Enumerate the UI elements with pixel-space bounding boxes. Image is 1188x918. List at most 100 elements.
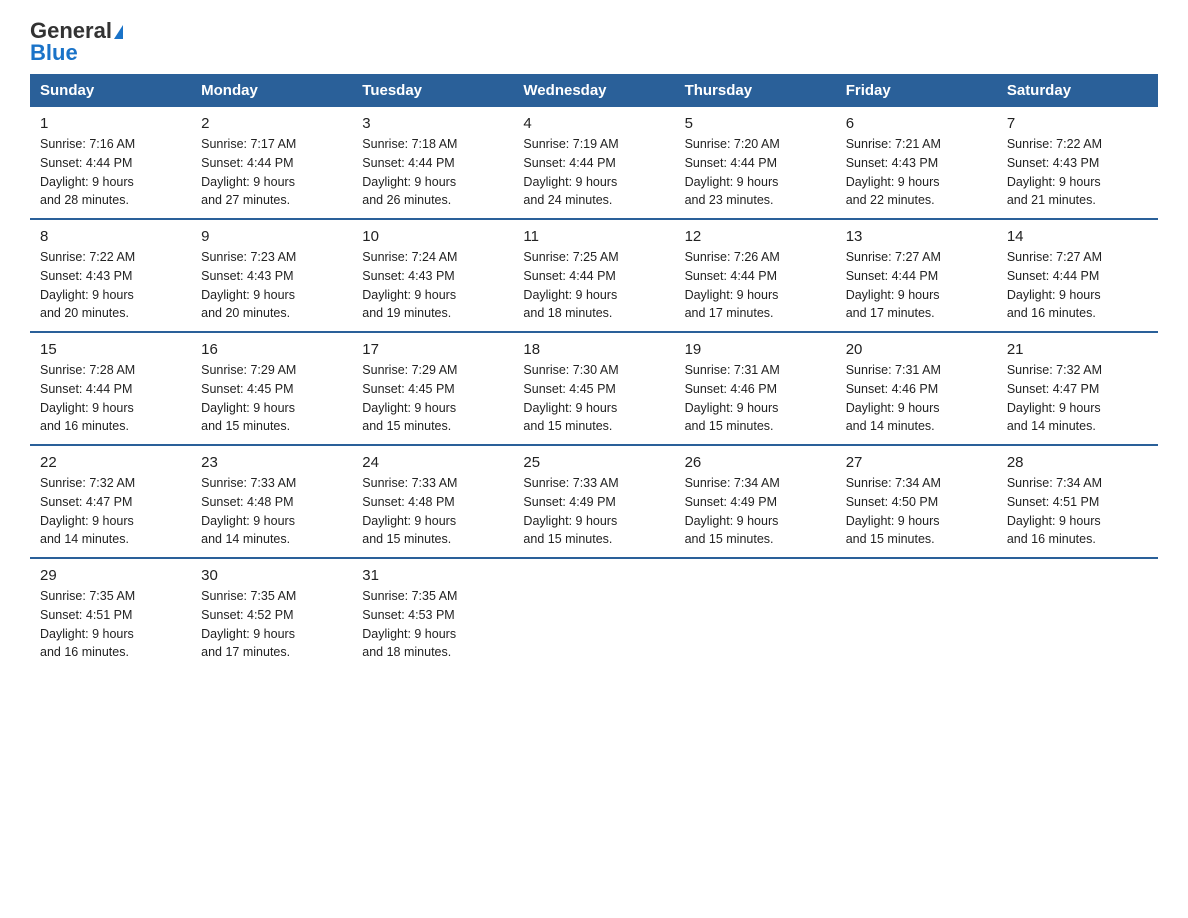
- day-number: 23: [201, 454, 342, 471]
- day-cell: 31 Sunrise: 7:35 AMSunset: 4:53 PMDaylig…: [352, 558, 513, 670]
- day-cell: 3 Sunrise: 7:18 AMSunset: 4:44 PMDayligh…: [352, 107, 513, 219]
- day-info: Sunrise: 7:24 AMSunset: 4:43 PMDaylight:…: [362, 250, 457, 320]
- day-cell: 1 Sunrise: 7:16 AMSunset: 4:44 PMDayligh…: [30, 107, 191, 219]
- day-cell: 11 Sunrise: 7:25 AMSunset: 4:44 PMDaylig…: [513, 219, 674, 332]
- day-cell: 23 Sunrise: 7:33 AMSunset: 4:48 PMDaylig…: [191, 445, 352, 558]
- day-cell: 15 Sunrise: 7:28 AMSunset: 4:44 PMDaylig…: [30, 332, 191, 445]
- day-cell: [997, 558, 1158, 670]
- day-info: Sunrise: 7:26 AMSunset: 4:44 PMDaylight:…: [685, 250, 780, 320]
- day-info: Sunrise: 7:29 AMSunset: 4:45 PMDaylight:…: [201, 363, 296, 433]
- day-info: Sunrise: 7:22 AMSunset: 4:43 PMDaylight:…: [1007, 137, 1102, 207]
- day-cell: 27 Sunrise: 7:34 AMSunset: 4:50 PMDaylig…: [836, 445, 997, 558]
- weekday-header-wednesday: Wednesday: [513, 74, 674, 107]
- day-number: 7: [1007, 115, 1148, 132]
- day-cell: 24 Sunrise: 7:33 AMSunset: 4:48 PMDaylig…: [352, 445, 513, 558]
- logo-triangle-icon: [114, 25, 123, 39]
- logo-general-text: General: [30, 20, 123, 42]
- weekday-header-row: SundayMondayTuesdayWednesdayThursdayFrid…: [30, 74, 1158, 107]
- day-info: Sunrise: 7:29 AMSunset: 4:45 PMDaylight:…: [362, 363, 457, 433]
- day-number: 29: [40, 567, 181, 584]
- day-number: 26: [685, 454, 826, 471]
- day-info: Sunrise: 7:16 AMSunset: 4:44 PMDaylight:…: [40, 137, 135, 207]
- day-cell: 14 Sunrise: 7:27 AMSunset: 4:44 PMDaylig…: [997, 219, 1158, 332]
- day-cell: 30 Sunrise: 7:35 AMSunset: 4:52 PMDaylig…: [191, 558, 352, 670]
- day-cell: 2 Sunrise: 7:17 AMSunset: 4:44 PMDayligh…: [191, 107, 352, 219]
- day-number: 20: [846, 341, 987, 358]
- day-cell: 21 Sunrise: 7:32 AMSunset: 4:47 PMDaylig…: [997, 332, 1158, 445]
- weekday-header-friday: Friday: [836, 74, 997, 107]
- day-info: Sunrise: 7:35 AMSunset: 4:52 PMDaylight:…: [201, 589, 296, 659]
- day-cell: 28 Sunrise: 7:34 AMSunset: 4:51 PMDaylig…: [997, 445, 1158, 558]
- day-number: 4: [523, 115, 664, 132]
- logo-blue-text: Blue: [30, 42, 78, 64]
- day-number: 8: [40, 228, 181, 245]
- day-cell: 19 Sunrise: 7:31 AMSunset: 4:46 PMDaylig…: [675, 332, 836, 445]
- day-number: 18: [523, 341, 664, 358]
- day-number: 17: [362, 341, 503, 358]
- weekday-header-monday: Monday: [191, 74, 352, 107]
- day-cell: 10 Sunrise: 7:24 AMSunset: 4:43 PMDaylig…: [352, 219, 513, 332]
- day-cell: 29 Sunrise: 7:35 AMSunset: 4:51 PMDaylig…: [30, 558, 191, 670]
- logo: General Blue: [30, 20, 123, 64]
- day-info: Sunrise: 7:25 AMSunset: 4:44 PMDaylight:…: [523, 250, 618, 320]
- day-info: Sunrise: 7:35 AMSunset: 4:51 PMDaylight:…: [40, 589, 135, 659]
- day-cell: 9 Sunrise: 7:23 AMSunset: 4:43 PMDayligh…: [191, 219, 352, 332]
- day-info: Sunrise: 7:33 AMSunset: 4:48 PMDaylight:…: [201, 476, 296, 546]
- day-info: Sunrise: 7:35 AMSunset: 4:53 PMDaylight:…: [362, 589, 457, 659]
- week-row-4: 22 Sunrise: 7:32 AMSunset: 4:47 PMDaylig…: [30, 445, 1158, 558]
- day-cell: 6 Sunrise: 7:21 AMSunset: 4:43 PMDayligh…: [836, 107, 997, 219]
- calendar-table: SundayMondayTuesdayWednesdayThursdayFrid…: [30, 74, 1158, 670]
- day-cell: 13 Sunrise: 7:27 AMSunset: 4:44 PMDaylig…: [836, 219, 997, 332]
- day-number: 2: [201, 115, 342, 132]
- day-number: 22: [40, 454, 181, 471]
- day-info: Sunrise: 7:20 AMSunset: 4:44 PMDaylight:…: [685, 137, 780, 207]
- day-info: Sunrise: 7:33 AMSunset: 4:49 PMDaylight:…: [523, 476, 618, 546]
- day-info: Sunrise: 7:30 AMSunset: 4:45 PMDaylight:…: [523, 363, 618, 433]
- day-number: 1: [40, 115, 181, 132]
- day-info: Sunrise: 7:33 AMSunset: 4:48 PMDaylight:…: [362, 476, 457, 546]
- day-info: Sunrise: 7:17 AMSunset: 4:44 PMDaylight:…: [201, 137, 296, 207]
- day-number: 24: [362, 454, 503, 471]
- weekday-header-saturday: Saturday: [997, 74, 1158, 107]
- day-info: Sunrise: 7:28 AMSunset: 4:44 PMDaylight:…: [40, 363, 135, 433]
- day-info: Sunrise: 7:32 AMSunset: 4:47 PMDaylight:…: [1007, 363, 1102, 433]
- weekday-header-thursday: Thursday: [675, 74, 836, 107]
- day-cell: 18 Sunrise: 7:30 AMSunset: 4:45 PMDaylig…: [513, 332, 674, 445]
- day-number: 30: [201, 567, 342, 584]
- day-info: Sunrise: 7:18 AMSunset: 4:44 PMDaylight:…: [362, 137, 457, 207]
- day-info: Sunrise: 7:22 AMSunset: 4:43 PMDaylight:…: [40, 250, 135, 320]
- day-number: 31: [362, 567, 503, 584]
- day-cell: [675, 558, 836, 670]
- day-cell: [836, 558, 997, 670]
- day-number: 15: [40, 341, 181, 358]
- weekday-header-tuesday: Tuesday: [352, 74, 513, 107]
- day-info: Sunrise: 7:23 AMSunset: 4:43 PMDaylight:…: [201, 250, 296, 320]
- day-number: 10: [362, 228, 503, 245]
- day-cell: 7 Sunrise: 7:22 AMSunset: 4:43 PMDayligh…: [997, 107, 1158, 219]
- day-number: 27: [846, 454, 987, 471]
- day-number: 6: [846, 115, 987, 132]
- week-row-2: 8 Sunrise: 7:22 AMSunset: 4:43 PMDayligh…: [30, 219, 1158, 332]
- day-cell: [513, 558, 674, 670]
- day-number: 9: [201, 228, 342, 245]
- day-cell: 26 Sunrise: 7:34 AMSunset: 4:49 PMDaylig…: [675, 445, 836, 558]
- day-number: 12: [685, 228, 826, 245]
- day-info: Sunrise: 7:31 AMSunset: 4:46 PMDaylight:…: [685, 363, 780, 433]
- day-cell: 22 Sunrise: 7:32 AMSunset: 4:47 PMDaylig…: [30, 445, 191, 558]
- day-info: Sunrise: 7:34 AMSunset: 4:50 PMDaylight:…: [846, 476, 941, 546]
- day-number: 25: [523, 454, 664, 471]
- day-number: 11: [523, 228, 664, 245]
- day-info: Sunrise: 7:21 AMSunset: 4:43 PMDaylight:…: [846, 137, 941, 207]
- day-number: 13: [846, 228, 987, 245]
- week-row-5: 29 Sunrise: 7:35 AMSunset: 4:51 PMDaylig…: [30, 558, 1158, 670]
- weekday-header-sunday: Sunday: [30, 74, 191, 107]
- day-cell: 17 Sunrise: 7:29 AMSunset: 4:45 PMDaylig…: [352, 332, 513, 445]
- day-info: Sunrise: 7:27 AMSunset: 4:44 PMDaylight:…: [846, 250, 941, 320]
- day-number: 5: [685, 115, 826, 132]
- day-number: 16: [201, 341, 342, 358]
- week-row-3: 15 Sunrise: 7:28 AMSunset: 4:44 PMDaylig…: [30, 332, 1158, 445]
- day-info: Sunrise: 7:34 AMSunset: 4:49 PMDaylight:…: [685, 476, 780, 546]
- day-info: Sunrise: 7:27 AMSunset: 4:44 PMDaylight:…: [1007, 250, 1102, 320]
- day-info: Sunrise: 7:19 AMSunset: 4:44 PMDaylight:…: [523, 137, 618, 207]
- week-row-1: 1 Sunrise: 7:16 AMSunset: 4:44 PMDayligh…: [30, 107, 1158, 219]
